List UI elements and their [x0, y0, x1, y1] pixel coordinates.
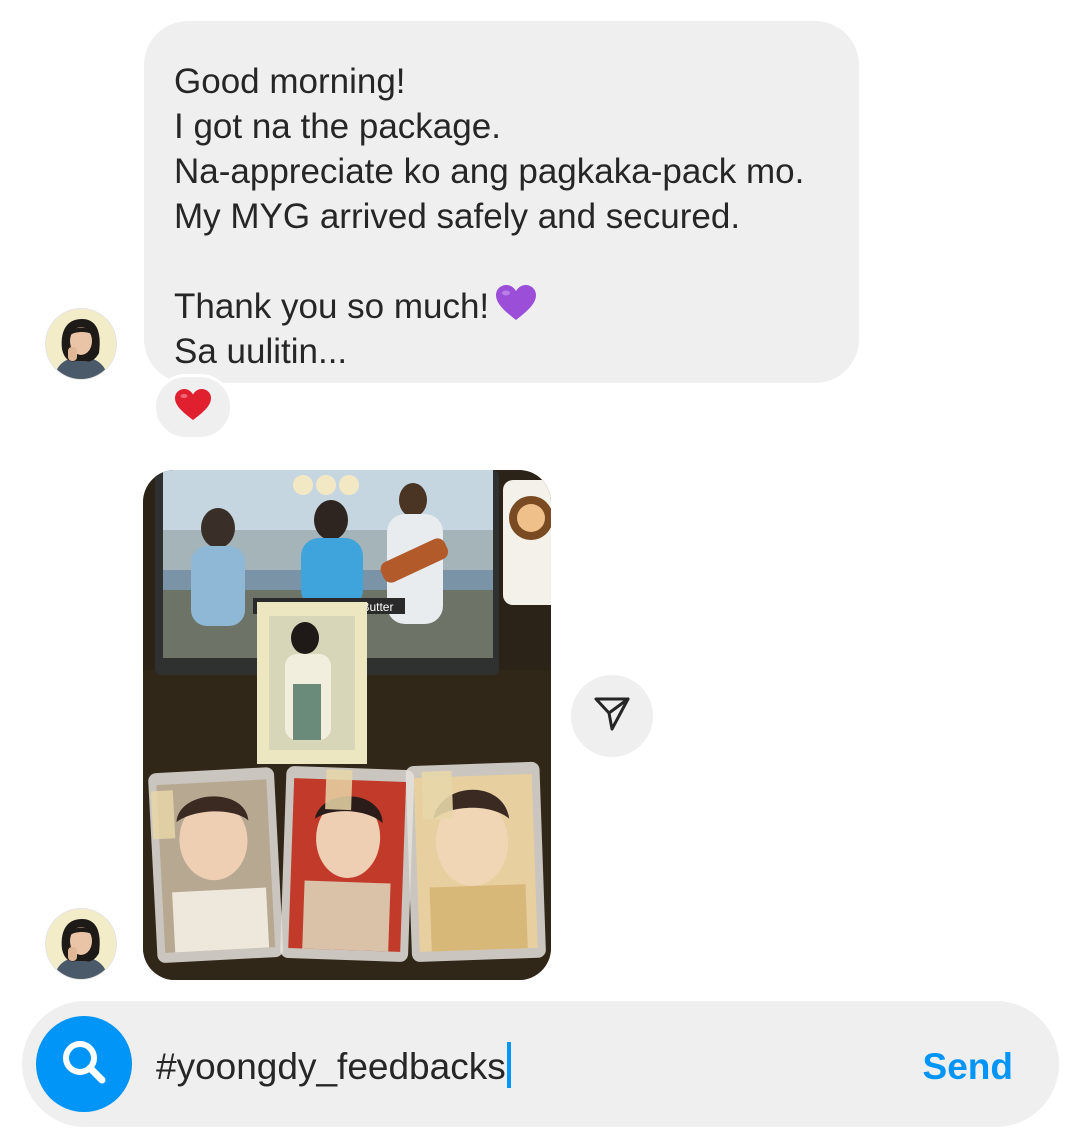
message-reaction[interactable] [153, 374, 233, 440]
search-button[interactable] [36, 1016, 132, 1112]
send-paper-plane-icon [592, 694, 632, 739]
message-line-1: Good morning! [174, 62, 406, 101]
share-button[interactable] [571, 675, 653, 757]
text-caret [506, 1042, 511, 1088]
chat-screen: Good morning! I got na the package. Na-a… [0, 0, 1080, 1143]
purple-heart-icon [495, 284, 537, 333]
message-input-value: #yoongdy_feedbacks [156, 1046, 506, 1087]
search-icon [57, 1035, 111, 1094]
message-input[interactable]: #yoongdy_feedbacks [156, 1039, 511, 1095]
message-line-4: My MYG arrived safely and secured. [174, 197, 741, 236]
message-bubble[interactable]: Good morning! I got na the package. Na-a… [144, 21, 859, 383]
send-button[interactable]: Send [923, 1039, 1013, 1095]
message-composer: #yoongdy_feedbacks Send [22, 1001, 1059, 1127]
message-line-blank [174, 239, 829, 284]
message-line-6-wrap: Thank you so much! [174, 284, 829, 329]
red-heart-icon [174, 388, 212, 427]
photo-message[interactable]: BTS · MIC DROP · Butter [143, 470, 551, 980]
message-line-2: I got na the package. [174, 107, 501, 146]
sender-avatar[interactable] [46, 309, 116, 379]
message-line-7: Sa uulitin... [174, 332, 348, 371]
sender-avatar[interactable] [46, 909, 116, 979]
message-line-3: Na-appreciate ko ang pagkaka-pack mo. [174, 152, 805, 191]
message-line-6: Thank you so much! [174, 287, 490, 326]
